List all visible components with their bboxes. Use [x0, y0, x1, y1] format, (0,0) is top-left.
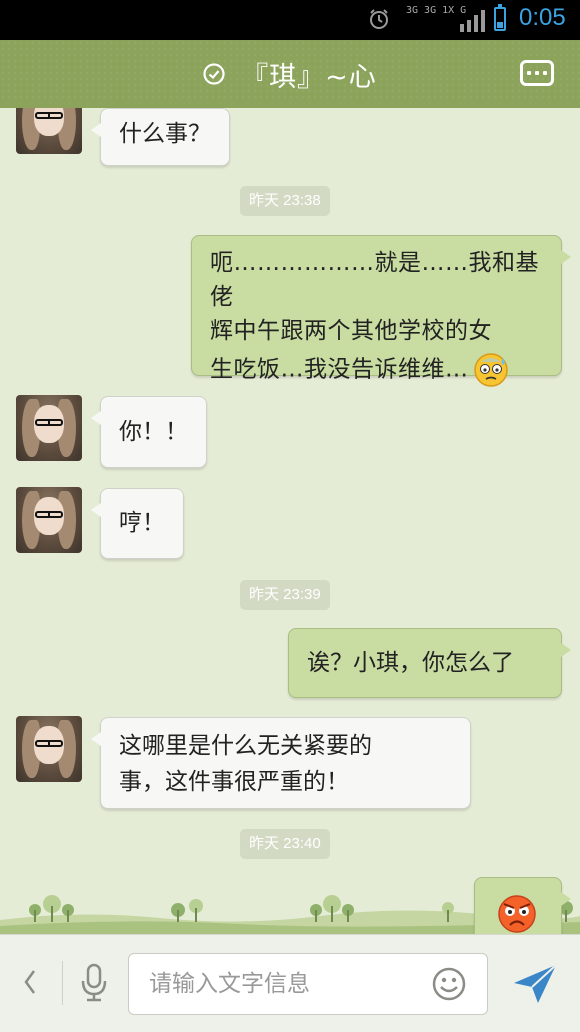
check-circle-icon	[203, 63, 225, 85]
more-button[interactable]	[520, 60, 554, 86]
contact-avatar[interactable]	[16, 487, 82, 553]
smile-icon[interactable]	[432, 967, 466, 1001]
contact-avatar[interactable]	[16, 108, 82, 154]
chat-header: 『琪』~心	[0, 40, 580, 108]
status-bar: 3G 3G 1X G 0:05	[0, 0, 580, 40]
mic-icon[interactable]	[78, 963, 110, 1003]
message-bubble-incoming[interactable]: 哼！	[91, 488, 184, 559]
message-bubble-outgoing[interactable]: 诶？小琪，你怎么了	[288, 628, 571, 698]
back-icon[interactable]	[20, 967, 40, 997]
message-bubble-incoming[interactable]: 你！！	[91, 396, 207, 468]
divider	[62, 961, 63, 1005]
message-bubble-incoming[interactable]: 这哪里是什么无关紧要的 事，这件事很严重的！	[91, 717, 471, 809]
chat-title: 『琪』~心	[241, 61, 377, 93]
network-indicator: 3G 3G 1X G	[406, 5, 467, 16]
timestamp: 昨天 23:40	[240, 829, 330, 859]
send-icon[interactable]	[512, 963, 558, 1005]
battery-icon	[494, 4, 506, 31]
input-placeholder: 请输入文字信息	[149, 971, 310, 997]
alarm-icon	[370, 9, 388, 29]
contact-avatar[interactable]	[16, 395, 82, 461]
sweat-emoji	[473, 353, 508, 387]
timestamp: 昨天 23:39	[240, 580, 330, 610]
timestamp: 昨天 23:38	[240, 186, 330, 216]
more-icon	[527, 71, 531, 75]
input-bar: 请输入文字信息	[0, 934, 580, 1032]
message-bubble-outgoing[interactable]: 呃………………就是……我和基佬 辉中午跟两个其他学校的女 生吃饭…我没告诉维维…	[191, 235, 571, 387]
angry-emoji	[498, 895, 536, 933]
message-bubble-incoming[interactable]: 什么事？	[91, 108, 230, 166]
message-bubble-outgoing[interactable]	[474, 877, 571, 934]
chat-area[interactable]: 什么事？ 昨天 23:38 呃………………就是……我和基佬 辉中午跟两个其他学校…	[0, 108, 580, 934]
status-time: 0:05	[519, 4, 566, 31]
contact-avatar[interactable]	[16, 716, 82, 782]
signal-icon	[460, 10, 485, 32]
